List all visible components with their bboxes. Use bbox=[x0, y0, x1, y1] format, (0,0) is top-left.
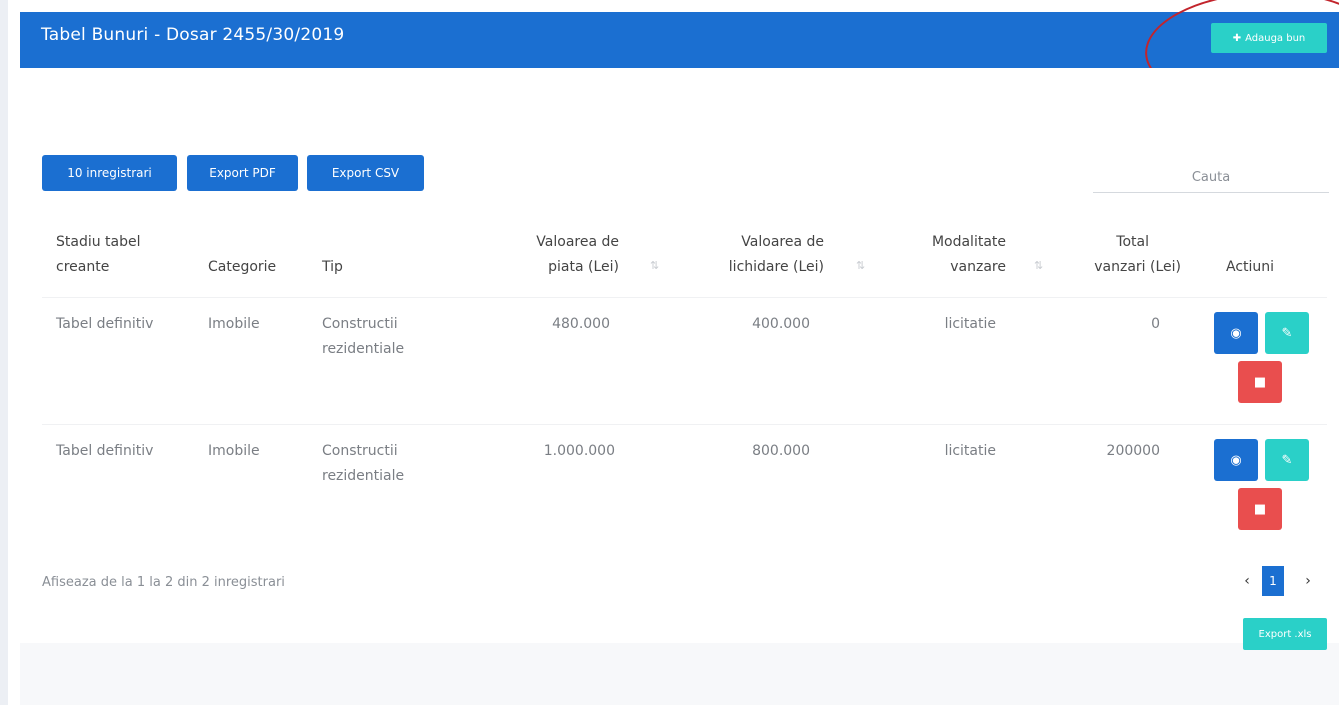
cell-valoare-lichidare: 800.000 bbox=[752, 443, 810, 459]
header-categorie[interactable]: Categorie bbox=[208, 255, 276, 280]
export-xls-button[interactable]: Export .xls bbox=[1243, 618, 1327, 650]
cell-tip: Constructii rezidentiale bbox=[322, 316, 405, 357]
delete-button[interactable]: ■ bbox=[1238, 488, 1282, 530]
table-info: Afiseaza de la 1 la 2 din 2 inregistrari bbox=[42, 575, 285, 590]
export-csv-button[interactable]: Export CSV bbox=[307, 155, 424, 191]
row-separator bbox=[42, 424, 1327, 425]
header-valoare-piata[interactable]: Valoarea de piata (Lei) bbox=[499, 230, 619, 280]
pagination-prev[interactable]: ‹ bbox=[1235, 566, 1259, 596]
header-valoare-lichidare[interactable]: Valoarea de lichidare (Lei) bbox=[690, 230, 824, 280]
cell-stadiu: Tabel definitiv bbox=[56, 316, 154, 332]
header-actiuni: Actiuni bbox=[1226, 259, 1275, 275]
cell-total-vanzari: 0 bbox=[1151, 316, 1160, 332]
cell-valoare-piata: 1.000.000 bbox=[543, 443, 615, 459]
edit-button[interactable]: ✎ bbox=[1265, 439, 1309, 481]
sort-icon[interactable]: ⇅ bbox=[650, 259, 659, 272]
cell-valoare-lichidare: 400.000 bbox=[752, 316, 810, 332]
header-stadiu[interactable]: Stadiu tabel creante bbox=[56, 230, 141, 280]
trash-icon: ■ bbox=[1253, 501, 1267, 517]
sort-icon[interactable]: ⇅ bbox=[1034, 259, 1043, 272]
add-item-button[interactable]: ✚ Adauga bun bbox=[1211, 23, 1327, 53]
pencil-icon: ✎ bbox=[1281, 452, 1293, 468]
page-title: Tabel Bunuri - Dosar 2455/30/2019 bbox=[41, 25, 345, 45]
eye-icon: ◉ bbox=[1230, 325, 1242, 341]
top-strip bbox=[8, 0, 1339, 12]
left-rail bbox=[0, 0, 8, 705]
cell-categorie: Imobile bbox=[208, 443, 260, 459]
cell-categorie: Imobile bbox=[208, 316, 260, 332]
view-button[interactable]: ◉ bbox=[1214, 439, 1258, 481]
row-separator bbox=[42, 297, 1327, 298]
sort-icon[interactable]: ⇅ bbox=[856, 259, 865, 272]
cell-total-vanzari: 200000 bbox=[1106, 443, 1160, 459]
trash-icon: ■ bbox=[1253, 374, 1267, 390]
edit-button[interactable]: ✎ bbox=[1265, 312, 1309, 354]
bottom-band bbox=[20, 643, 1339, 705]
header-modalitate[interactable]: Modalitate vanzare bbox=[896, 230, 1006, 280]
search-input[interactable] bbox=[1093, 162, 1329, 193]
cell-modalitate: licitatie bbox=[944, 316, 996, 332]
cell-valoare-piata: 480.000 bbox=[552, 316, 610, 332]
header-total-vanzari[interactable]: Total vanzari (Lei) bbox=[1055, 230, 1181, 280]
eye-icon: ◉ bbox=[1230, 452, 1242, 468]
cell-stadiu: Tabel definitiv bbox=[56, 443, 154, 459]
delete-button[interactable]: ■ bbox=[1238, 361, 1282, 403]
cell-tip: Constructii rezidentiale bbox=[322, 443, 405, 484]
page-header: Tabel Bunuri - Dosar 2455/30/2019 ✚ Adau… bbox=[20, 12, 1339, 68]
pencil-icon: ✎ bbox=[1281, 325, 1293, 341]
cell-modalitate: licitatie bbox=[944, 443, 996, 459]
view-button[interactable]: ◉ bbox=[1214, 312, 1258, 354]
pagination-page-1[interactable]: 1 bbox=[1262, 566, 1284, 596]
add-item-label: Adauga bun bbox=[1245, 32, 1306, 44]
pagination-next[interactable]: › bbox=[1296, 566, 1320, 596]
header-tip[interactable]: Tip bbox=[322, 255, 343, 280]
export-pdf-button[interactable]: Export PDF bbox=[187, 155, 298, 191]
plus-icon: ✚ bbox=[1232, 32, 1242, 44]
records-per-page-button[interactable]: 10 inregistrari bbox=[42, 155, 177, 191]
